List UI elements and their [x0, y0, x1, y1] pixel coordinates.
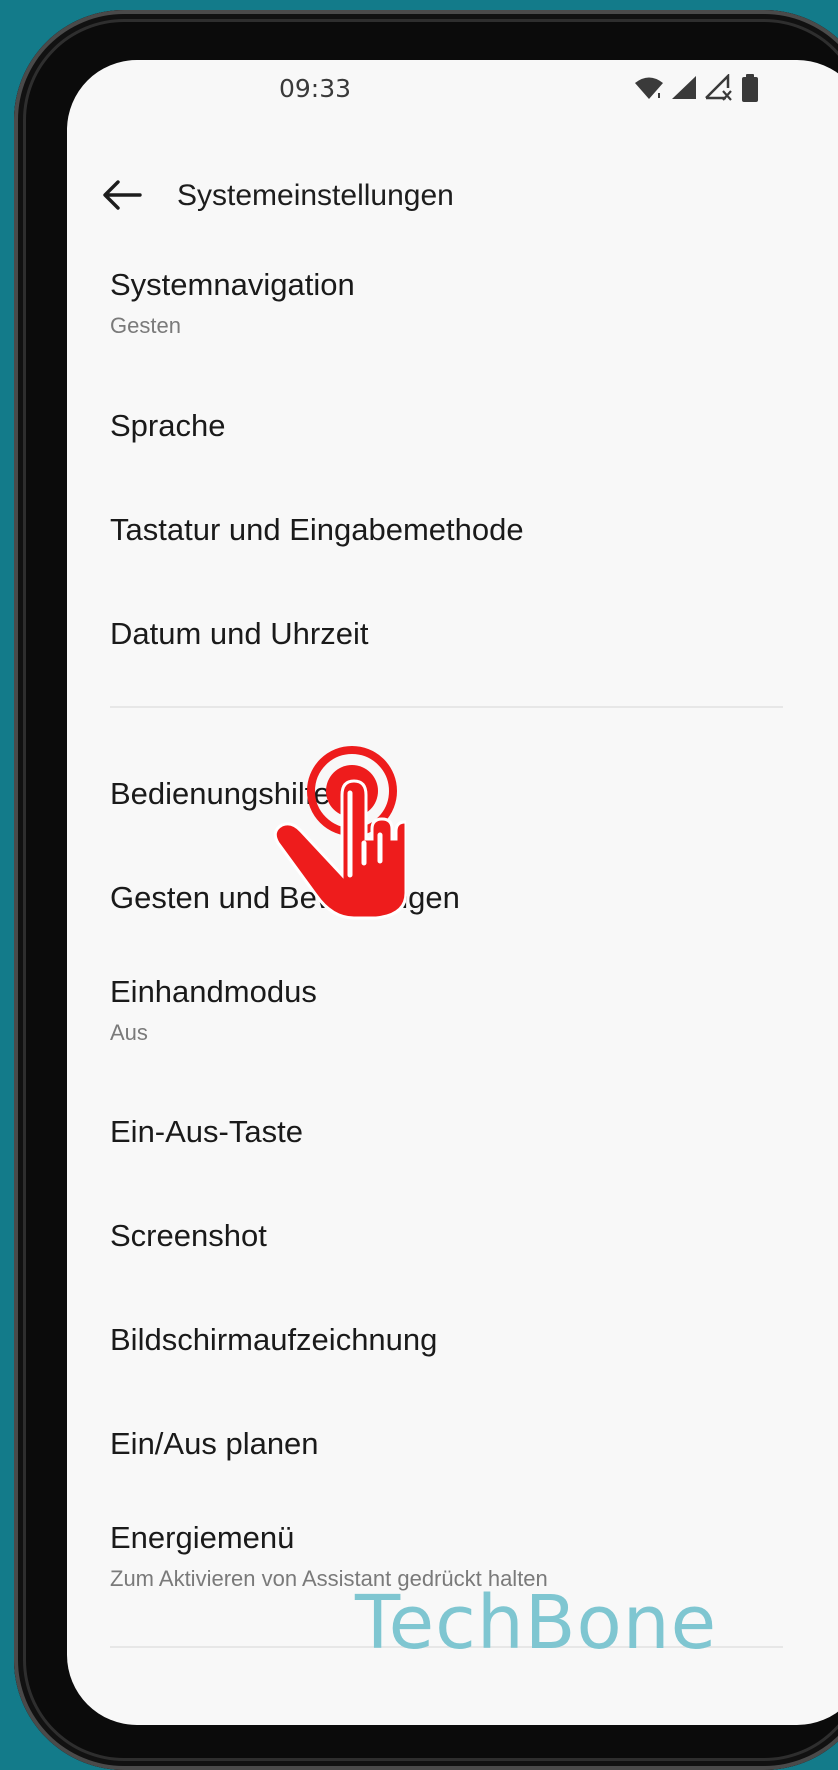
- battery-icon: [742, 74, 758, 102]
- setting-title: Screenshot: [110, 1218, 267, 1253]
- setting-title: Sprache: [110, 408, 226, 443]
- setting-title: Bedienungshilfen: [110, 776, 348, 811]
- setting-gesten-bewegungen[interactable]: Gesten und Bewegungen: [110, 878, 830, 918]
- status-time: 09:33: [279, 74, 352, 103]
- setting-datum-uhrzeit[interactable]: Datum und Uhrzeit: [110, 614, 830, 654]
- setting-systemnavigation[interactable]: Systemnavigation Gesten: [110, 265, 830, 339]
- setting-subtitle: Gesten: [110, 313, 181, 338]
- setting-ein-aus-taste[interactable]: Ein-Aus-Taste: [110, 1112, 830, 1152]
- signal-icon: [672, 76, 696, 99]
- setting-bildschirmaufzeichnung[interactable]: Bildschirmaufzeichnung: [110, 1320, 830, 1360]
- setting-title: Systemnavigation: [110, 267, 355, 302]
- status-icons: [634, 72, 760, 104]
- setting-sprache[interactable]: Sprache: [110, 406, 830, 446]
- screen: 09:33 Systemeinstellungen Systemnavigati…: [67, 60, 838, 1725]
- setting-einhandmodus[interactable]: Einhandmodus Aus: [110, 972, 830, 1046]
- setting-ein-aus-planen[interactable]: Ein/Aus planen: [110, 1424, 830, 1464]
- setting-tastatur[interactable]: Tastatur und Eingabemethode: [110, 510, 830, 550]
- setting-screenshot[interactable]: Screenshot: [110, 1216, 830, 1256]
- wifi-icon: [635, 77, 663, 99]
- setting-title: Bildschirmaufzeichnung: [110, 1322, 438, 1357]
- setting-title: Datum und Uhrzeit: [110, 616, 369, 651]
- status-bar: 09:33: [67, 60, 838, 116]
- setting-subtitle: Aus: [110, 1020, 148, 1045]
- app-header: Systemeinstellungen: [67, 160, 838, 240]
- setting-title: Gesten und Bewegungen: [110, 880, 460, 915]
- arrow-left-icon: [103, 180, 142, 210]
- signal-no-sim-icon: [705, 74, 732, 101]
- setting-title: Ein/Aus planen: [110, 1426, 319, 1461]
- setting-title: Energiemenü: [110, 1520, 295, 1555]
- section-divider: [110, 706, 783, 708]
- watermark-logo: TechBone: [355, 1580, 718, 1666]
- setting-bedienungshilfen[interactable]: Bedienungshilfen: [110, 774, 830, 814]
- phone-frame: 09:33 Systemeinstellungen Systemnavigati…: [14, 10, 838, 1770]
- setting-title: Tastatur und Eingabemethode: [110, 512, 524, 547]
- back-button[interactable]: [97, 170, 147, 220]
- setting-title: Einhandmodus: [110, 974, 317, 1009]
- page-title: Systemeinstellungen: [177, 179, 454, 212]
- setting-title: Ein-Aus-Taste: [110, 1114, 303, 1149]
